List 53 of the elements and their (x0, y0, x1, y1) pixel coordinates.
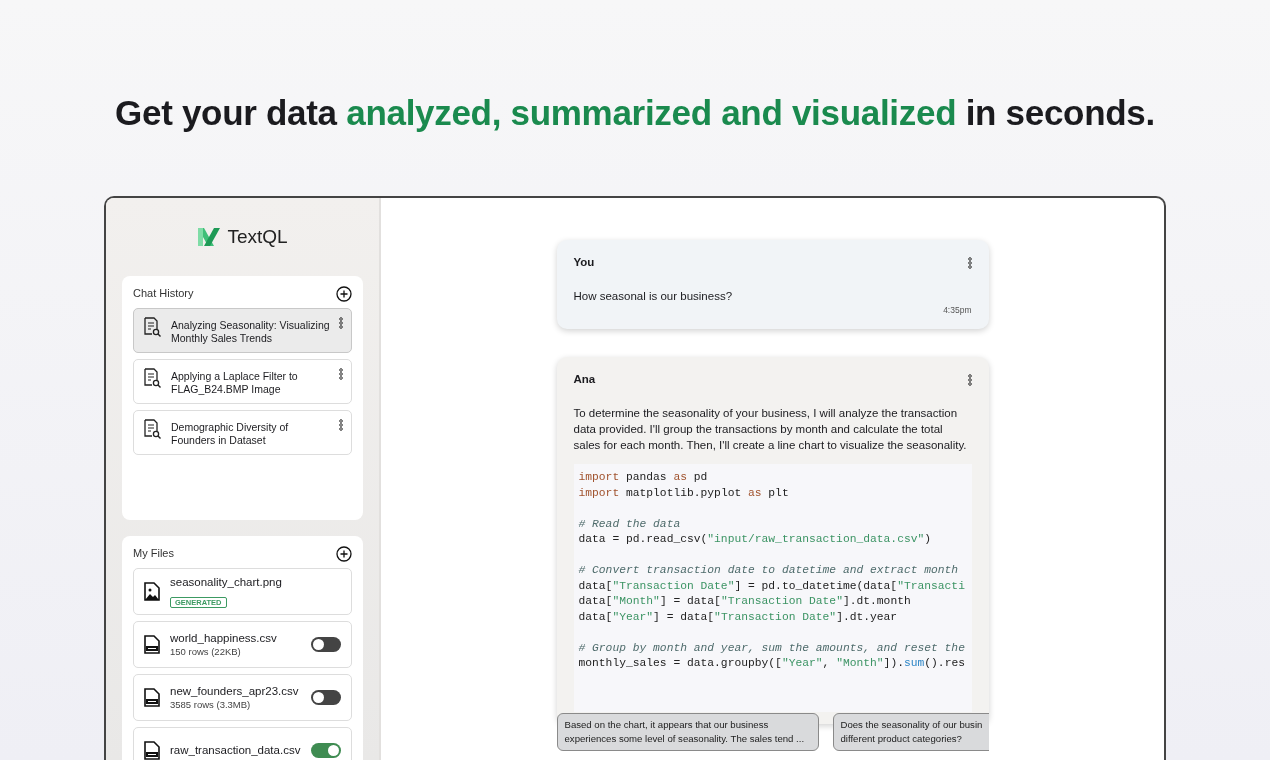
app-logo: TextQL (227, 224, 288, 249)
file-name: raw_transaction_data.csv (170, 743, 301, 758)
logo-icon (197, 228, 222, 246)
add-icon[interactable] (336, 546, 352, 562)
file-size: 150 rows (22KB) (170, 645, 242, 658)
toggle-switch[interactable] (311, 690, 341, 705)
suggestion-chip[interactable]: Based on the chart, it appears that our business experiences some level of seasonality. The sales tend ... (556, 713, 819, 751)
more-icon[interactable] (339, 317, 343, 329)
more-icon[interactable] (967, 373, 972, 386)
panel-title: My Files (133, 547, 174, 561)
panel-title: Chat History (133, 287, 194, 301)
toggle-switch[interactable] (311, 637, 341, 652)
file-name: seasonality_chart.png (170, 574, 283, 589)
csv-file-icon (144, 635, 160, 654)
headline: Get your data analyzed, summarized and visualized in seconds. (114, 92, 1156, 134)
add-icon[interactable] (336, 286, 352, 302)
message-text: To determine the seasonality of your business, I will analyze the transaction data provided. I'll group the transactions by month and calculate the total sales for each month. Then, I'll create a line chart to visualize the seasonality. (573, 406, 968, 454)
csv-file-icon (144, 688, 160, 707)
document-search-icon (143, 368, 162, 389)
code-line: data = pd.read_csv("input/raw_transaction_data.csv") (578, 532, 933, 548)
image-file-icon (144, 582, 160, 601)
chat-title: Analyzing Seasonality: Visualizing Monthly Sales Trends (171, 318, 330, 344)
more-icon[interactable] (339, 368, 343, 380)
code-line: monthly_sales = data.groupby(["Year", "Month"]).sum().res (578, 656, 966, 672)
code-line: data["Transaction Date"] = pd.to_datetime(data["Transacti (578, 578, 966, 594)
chat-history-item[interactable]: Analyzing Seasonality: Visualizing Monthly Sales Trends (133, 308, 352, 353)
suggestion-chip[interactable]: Does the seasonality of our busin different product categories? (832, 713, 989, 751)
code-line: import pandas as pd (578, 470, 709, 486)
toggle-switch[interactable] (311, 743, 341, 758)
file-item[interactable]: raw_transaction_data.csv (133, 727, 352, 760)
chat-title: Applying a Laplace Filter to FLAG_B24.BMP Image (171, 369, 299, 395)
file-name: new_founders_apr23.csv (170, 684, 300, 699)
chat-history-item[interactable]: Applying a Laplace Filter to FLAG_B24.BMP Image (133, 359, 352, 404)
message-text: How seasonal is our business? (573, 289, 734, 305)
file-item[interactable]: world_happiness.csv 150 rows (22KB) (133, 621, 352, 668)
chat-history-item[interactable]: Demographic Diversity of Founders in Dataset (133, 410, 352, 455)
more-icon[interactable] (339, 419, 343, 431)
message-author: You (573, 255, 595, 270)
chat-title: Demographic Diversity of Founders in Dataset (171, 420, 290, 446)
document-search-icon (143, 317, 162, 338)
file-name: world_happiness.csv (170, 631, 278, 646)
document-search-icon (143, 419, 162, 440)
code-line: # Group by month and year, sum the amounts, and reset the (578, 640, 966, 656)
code-line: data["Year"] = data["Transaction Date"].dt.year (578, 609, 899, 625)
code-line: data["Month"] = data["Transaction Date"].dt.month (578, 594, 912, 610)
code-line: # Convert transaction date to datetime and extract month (578, 563, 960, 579)
file-item[interactable]: new_founders_apr23.csv 3585 rows (3.3MB) (133, 674, 352, 721)
code-line: # Read the data (578, 516, 682, 532)
more-icon[interactable] (967, 256, 972, 269)
message-author: Ana (573, 372, 596, 387)
file-size: 3585 rows (3.3MB) (170, 698, 252, 711)
code-line: import matplotlib.pyplot as plt (578, 485, 790, 501)
message-time: 4:35pm (942, 304, 972, 317)
